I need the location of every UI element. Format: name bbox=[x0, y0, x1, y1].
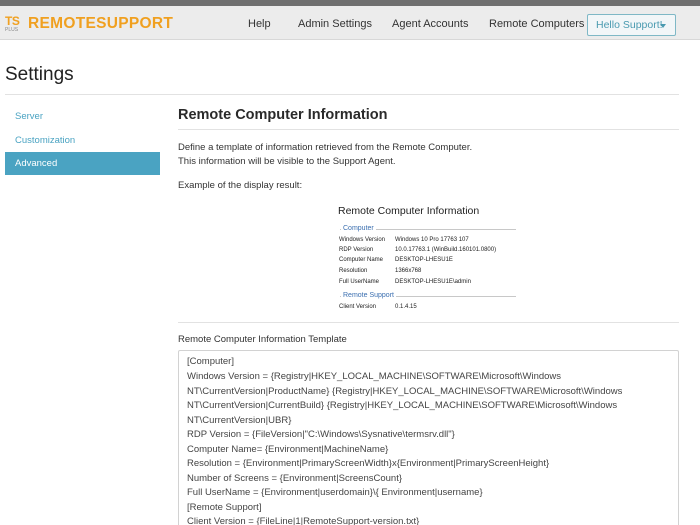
section-description-line2: This information will be visible to the … bbox=[178, 156, 396, 167]
title-divider bbox=[5, 94, 679, 95]
template-line: NT\CurrentVersion|UBR} bbox=[187, 415, 292, 426]
example-value: DESKTOP-LHESU1E bbox=[395, 257, 453, 263]
example-value: 0.1.4.15 bbox=[395, 304, 417, 310]
sidebar-item-customization[interactable]: Customization bbox=[5, 129, 160, 152]
template-line: Full UserName = {Environment|userdomain}… bbox=[187, 487, 483, 498]
template-line: Windows Version = {Registry|HKEY_LOCAL_M… bbox=[187, 371, 562, 382]
user-menu-button[interactable]: Hello Support! bbox=[587, 14, 676, 36]
template-line: Resolution = {Environment|PrimaryScreenW… bbox=[187, 458, 550, 469]
example-computer-group: Computer bbox=[341, 224, 376, 233]
example-value: 10.0.17763.1 (WinBuild.160101.0800) bbox=[395, 247, 497, 253]
example-key: Computer Name bbox=[339, 257, 384, 263]
example-key: RDP Version bbox=[339, 247, 374, 253]
logo-text-support: SUPPORT bbox=[96, 15, 174, 32]
example-value: DESKTOP-LHESU1E\admin bbox=[395, 279, 471, 285]
sidebar-item-server[interactable]: Server bbox=[5, 105, 160, 128]
template-line: Number of Screens = {Environment|Screens… bbox=[187, 473, 403, 484]
logo-mark-icon: TS PLUS bbox=[5, 14, 25, 33]
nav-agent-accounts[interactable]: Agent Accounts bbox=[392, 17, 468, 31]
top-navbar: TS PLUS REMOTESUPPORT Help Admin Setting… bbox=[0, 6, 700, 40]
template-label: Remote Computer Information Template bbox=[178, 334, 347, 345]
example-value: Windows 10 Pro 17763 107 bbox=[395, 237, 469, 243]
example-title: Remote Computer Information bbox=[338, 205, 480, 217]
section-title: Remote Computer Information bbox=[178, 107, 388, 123]
template-line: Client Version = {FileLine|1|RemoteSuppo… bbox=[187, 516, 420, 525]
template-divider bbox=[178, 322, 679, 323]
example-key: Full UserName bbox=[339, 279, 380, 285]
logo-text-remote: REMOTE bbox=[28, 15, 97, 32]
template-line: [Computer] bbox=[187, 356, 234, 367]
page-title: Settings bbox=[5, 64, 74, 85]
nav-admin-settings[interactable]: Admin Settings bbox=[298, 17, 372, 31]
nav-remote-computers[interactable]: Remote Computers bbox=[489, 17, 584, 31]
example-key: Windows Version bbox=[339, 237, 386, 243]
example-remote-group: Remote Support bbox=[341, 291, 396, 300]
template-textarea[interactable]: [Computer] Windows Version = {Registry|H… bbox=[178, 350, 679, 525]
section-divider bbox=[178, 129, 679, 130]
logo-mark-subtext: PLUS bbox=[5, 27, 19, 33]
app-logo[interactable]: TS PLUS REMOTESUPPORT bbox=[5, 14, 173, 34]
template-line: RDP Version = {FileVersion|"C:\Windows\S… bbox=[187, 429, 455, 440]
logo-text: REMOTESUPPORT bbox=[28, 15, 173, 33]
template-line: NT\CurrentVersion|CurrentBuild} {Registr… bbox=[187, 400, 618, 411]
nav-help[interactable]: Help bbox=[248, 17, 271, 31]
chevron-down-icon bbox=[660, 24, 666, 28]
example-label: Example of the display result: bbox=[178, 180, 303, 191]
sidebar-item-advanced[interactable]: Advanced bbox=[5, 152, 160, 175]
section-description-line1: Define a template of information retriev… bbox=[178, 142, 473, 153]
example-key: Resolution bbox=[339, 268, 368, 274]
logo-mark-text: TS bbox=[5, 14, 20, 28]
example-value: 1366x768 bbox=[395, 268, 422, 274]
template-line: NT\CurrentVersion|ProductName} {Registry… bbox=[187, 386, 623, 397]
example-key: Client Version bbox=[339, 304, 377, 310]
user-menu-label: Hello Support! bbox=[596, 19, 663, 31]
template-line: [Remote Support] bbox=[187, 502, 262, 513]
template-line: Computer Name= {Environment|MachineName} bbox=[187, 444, 389, 455]
